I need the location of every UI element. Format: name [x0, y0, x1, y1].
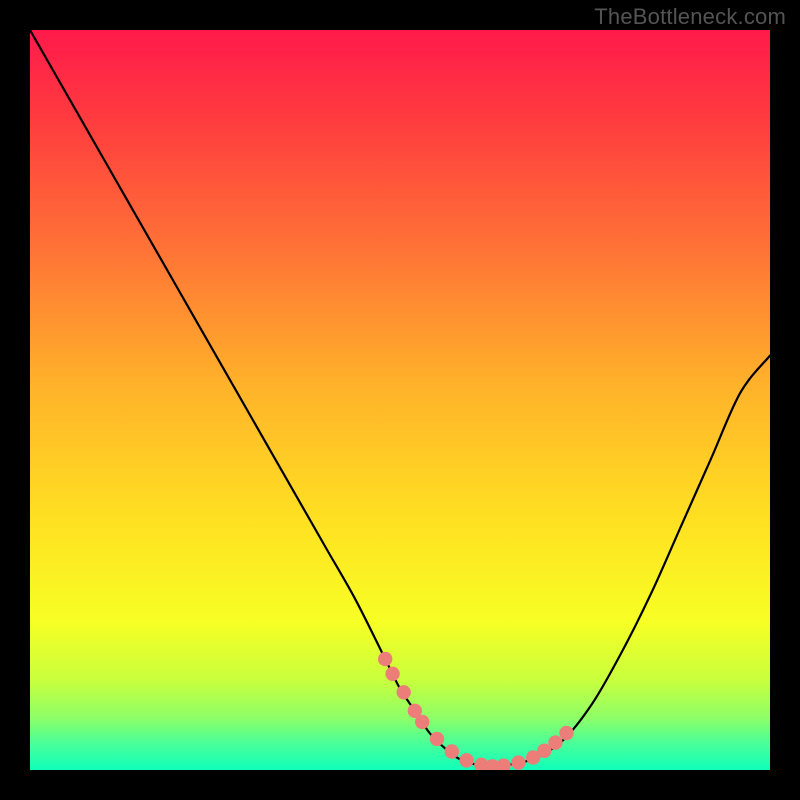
highlight-point	[459, 753, 473, 767]
highlight-point	[397, 685, 411, 699]
highlight-point	[445, 744, 459, 758]
highlight-point	[430, 732, 444, 746]
highlight-point	[559, 726, 573, 740]
chart-canvas	[30, 30, 770, 770]
highlight-point	[385, 667, 399, 681]
highlight-point	[378, 652, 392, 666]
chart-background	[30, 30, 770, 770]
watermark-text: TheBottleneck.com	[594, 4, 786, 30]
highlight-point	[548, 735, 562, 749]
highlight-point	[415, 715, 429, 729]
highlight-point	[511, 755, 525, 769]
